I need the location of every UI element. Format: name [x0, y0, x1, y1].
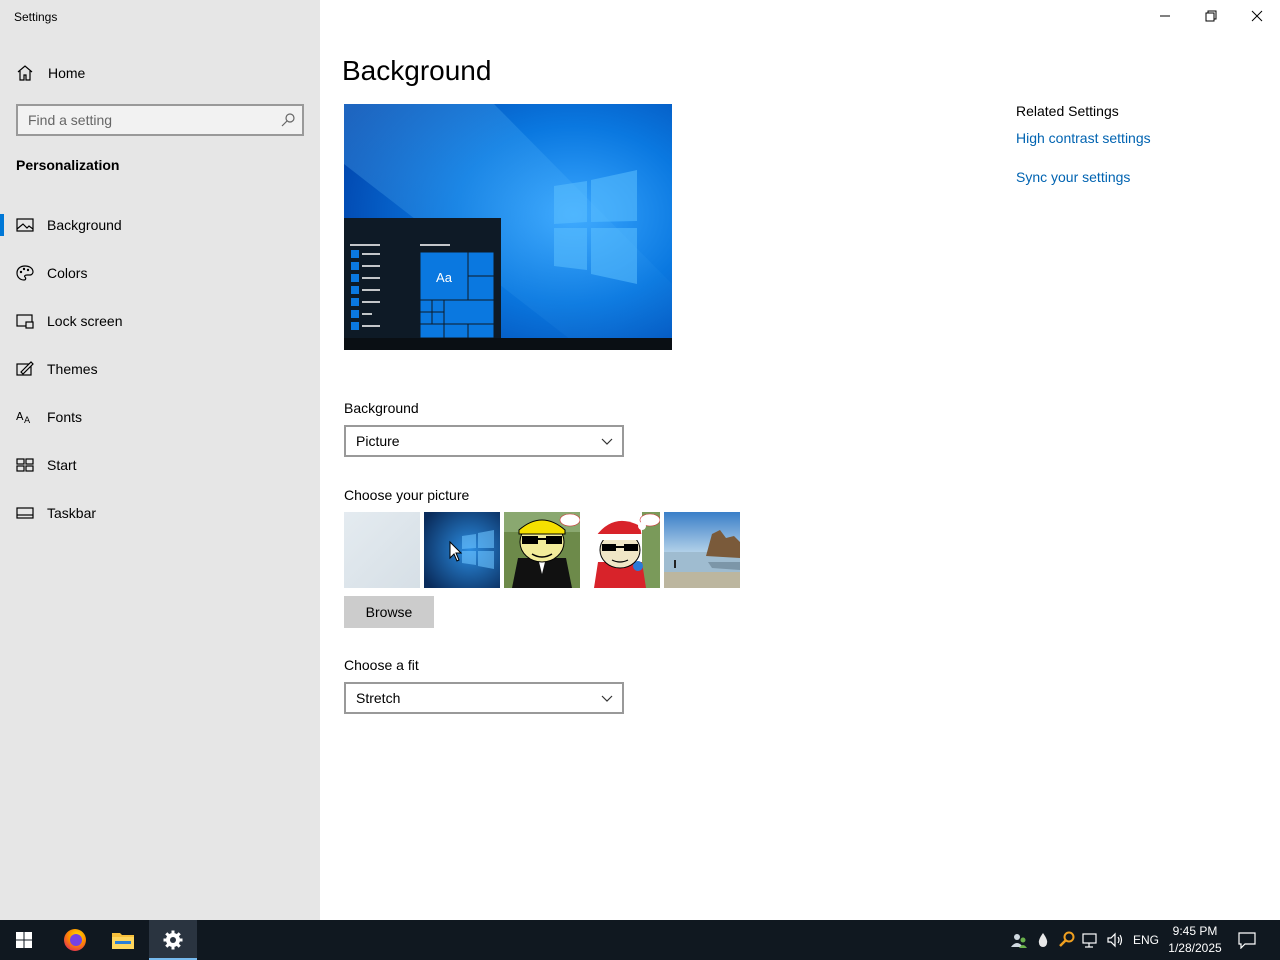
cartoon-sunglasses-picture	[504, 512, 580, 588]
sidebar-item-label: Themes	[47, 361, 98, 377]
close-button[interactable]	[1234, 0, 1280, 32]
picture-thumbnails	[344, 512, 744, 588]
picture-icon	[16, 218, 34, 232]
sidebar-item-background[interactable]: Background	[0, 205, 320, 245]
lock-screen-icon	[16, 314, 34, 329]
high-contrast-link[interactable]: High contrast settings	[1016, 130, 1151, 146]
sidebar-item-label: Start	[47, 457, 77, 473]
chevron-down-icon	[601, 438, 613, 445]
taskbar-settings[interactable]	[149, 920, 197, 960]
search-icon[interactable]	[280, 112, 296, 128]
app-title: Settings	[14, 10, 58, 24]
sidebar-item-label: Colors	[47, 265, 88, 281]
taskbar-firefox[interactable]	[51, 920, 99, 960]
firefox-icon	[64, 929, 86, 951]
close-icon	[1251, 10, 1263, 22]
picture-thumbnail-cartoon-sunglasses[interactable]	[504, 512, 580, 588]
language-indicator[interactable]: ENG	[1133, 933, 1159, 947]
background-dropdown-value: Picture	[356, 433, 400, 449]
page-title: Background	[342, 55, 492, 86]
sidebar-item-lock-screen[interactable]: Lock screen	[0, 301, 320, 341]
preview-tile-text: Aa	[436, 270, 453, 285]
home-label: Home	[48, 65, 86, 81]
clock-date: 1/28/2025	[1168, 941, 1222, 955]
fit-label: Choose a fit	[344, 657, 419, 673]
minimize-button[interactable]	[1142, 0, 1188, 32]
taskbar-clock[interactable]: 9:45 PM 1/28/2025	[1164, 923, 1226, 957]
font-icon: A A	[16, 410, 31, 426]
taskbar-icon	[16, 507, 34, 519]
search-box[interactable]	[16, 104, 304, 136]
search-key-icon[interactable]	[1058, 931, 1076, 949]
windows-blue-picture	[424, 512, 500, 588]
clock-time: 9:45 PM	[1172, 924, 1218, 938]
people-icon[interactable]	[1010, 931, 1028, 949]
related-settings-title: Related Settings	[1016, 103, 1119, 119]
preview-image: Aa	[344, 104, 672, 350]
desktop-preview: Aa	[344, 104, 672, 350]
browse-button[interactable]: Browse	[344, 596, 434, 628]
sidebar-item-label: Lock screen	[47, 313, 123, 329]
fit-dropdown[interactable]: Stretch	[344, 682, 624, 714]
sidebar-item-colors[interactable]: Colors	[0, 253, 320, 293]
action-center-icon[interactable]	[1238, 931, 1256, 949]
sidebar-item-fonts[interactable]: A A Fonts	[0, 397, 320, 437]
sidebar-home[interactable]: Home	[0, 58, 320, 88]
svg-text:A: A	[24, 416, 31, 426]
brush-icon	[16, 361, 34, 376]
sidebar-item-label: Fonts	[47, 409, 83, 425]
sidebar-item-themes[interactable]: Themes	[0, 349, 320, 389]
chevron-down-icon	[601, 695, 613, 702]
picture-thumbnail-beach[interactable]	[664, 512, 740, 588]
sidebar-item-label: Taskbar	[47, 505, 97, 521]
sidebar-item-label: Background	[47, 217, 122, 233]
svg-text:A: A	[16, 410, 24, 423]
pale-picture	[344, 512, 420, 588]
volume-icon[interactable]	[1106, 931, 1124, 949]
background-label: Background	[344, 400, 419, 416]
picture-thumbnail-cartoon-santa[interactable]	[584, 512, 660, 588]
picture-thumbnail-pale[interactable]	[344, 512, 420, 588]
picture-thumbnail-windows[interactable]	[424, 512, 500, 588]
sidebar: Settings Home Personalization Background…	[0, 0, 320, 920]
palette-icon	[16, 265, 34, 281]
settings-gear-icon	[163, 930, 183, 950]
restore-button[interactable]	[1188, 0, 1234, 32]
sidebar-item-start[interactable]: Start	[0, 445, 320, 485]
home-icon	[17, 65, 33, 81]
sidebar-item-taskbar[interactable]: Taskbar	[0, 493, 320, 533]
sync-settings-link[interactable]: Sync your settings	[1016, 169, 1130, 185]
taskbar-file-explorer[interactable]	[99, 920, 147, 960]
background-dropdown[interactable]: Picture	[344, 425, 624, 457]
droplet-icon[interactable]	[1034, 931, 1052, 949]
start-button[interactable]	[0, 920, 48, 960]
beach-rocks-picture	[664, 512, 740, 588]
start-tiles-icon	[16, 458, 34, 472]
file-explorer-icon	[112, 933, 134, 949]
search-input[interactable]	[18, 106, 278, 134]
cartoon-santa-picture	[584, 512, 660, 588]
choose-picture-label: Choose your picture	[344, 487, 470, 503]
windows-start-icon	[16, 932, 32, 948]
fit-dropdown-value: Stretch	[356, 690, 401, 706]
minimize-icon	[1160, 15, 1170, 17]
network-icon[interactable]	[1082, 931, 1100, 949]
restore-icon	[1205, 10, 1217, 22]
taskbar: ENG 9:45 PM 1/28/2025	[0, 920, 1280, 960]
section-title: Personalization	[16, 157, 120, 173]
